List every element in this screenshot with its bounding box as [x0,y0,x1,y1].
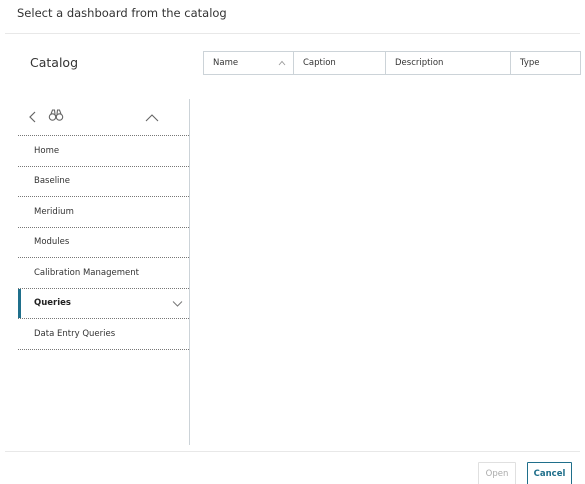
sidebar-item-label: Calibration Management [34,267,139,278]
sidebar-item-queries[interactable]: Queries [18,288,189,319]
catalog-sidebar: Home Baseline Meridium Modules Calibrati… [18,99,190,445]
footer-divider [5,451,580,452]
table-header: Name Caption Description Type [203,51,581,75]
sidebar-item-label: Home [34,145,60,156]
column-header-type[interactable]: Type [511,52,580,74]
sidebar-item-data-entry-queries[interactable]: Data Entry Queries [18,319,189,350]
sidebar-item-label: Modules [34,237,70,248]
column-header-caption[interactable]: Caption [294,52,386,74]
column-header-label: Description [395,58,444,68]
sidebar-item-meridium[interactable]: Meridium [18,197,189,228]
title-divider [5,33,580,34]
sort-ascending-icon [278,60,286,66]
catalog-toolbar [18,99,189,136]
column-header-label: Name [213,58,239,68]
column-header-description[interactable]: Description [386,52,511,74]
sidebar-item-home[interactable]: Home [18,136,189,167]
chevron-down-icon[interactable] [172,300,183,308]
sidebar-item-label: Data Entry Queries [34,328,116,339]
dialog-title: Select a dashboard from the catalog [17,6,227,20]
sidebar-item-label: Queries [34,298,71,309]
sidebar-item-modules[interactable]: Modules [18,228,189,258]
sidebar-item-label: Baseline [34,176,71,187]
cancel-button[interactable]: Cancel [527,462,572,484]
sidebar-item-calibration-management[interactable]: Calibration Management [18,258,189,289]
chevron-left-icon[interactable] [27,110,39,124]
column-header-label: Caption [303,58,336,68]
sidebar-item-label: Meridium [34,206,74,217]
catalog-heading: Catalog [30,55,79,70]
chevron-up-icon[interactable] [145,113,159,123]
column-header-name[interactable]: Name [204,52,294,74]
binoculars-icon[interactable] [48,108,64,122]
open-button[interactable]: Open [478,462,516,484]
column-header-label: Type [520,58,540,68]
sidebar-item-baseline[interactable]: Baseline [18,167,189,197]
